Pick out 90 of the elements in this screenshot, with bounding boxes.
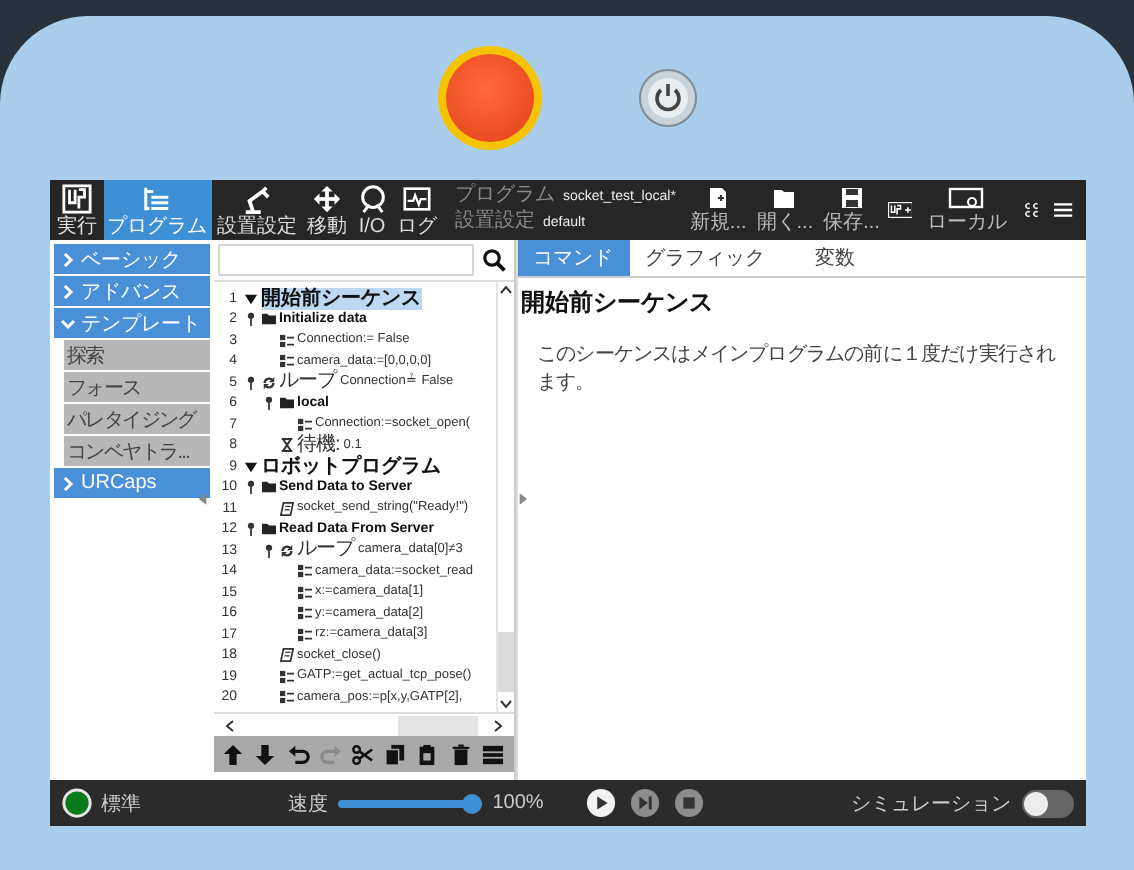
undo-icon[interactable] — [287, 743, 310, 765]
simulation-label: シミュレーション — [851, 791, 1012, 817]
chevron-up-icon[interactable] — [497, 282, 513, 298]
new-file-icon — [706, 186, 731, 210]
stop-button[interactable] — [673, 788, 704, 818]
waveform-icon — [402, 183, 432, 213]
program-node[interactable]: ロボットプログラム — [261, 455, 441, 478]
simulation-toggle[interactable] — [1021, 789, 1074, 817]
folder-icon — [772, 186, 797, 210]
assignment-icon — [297, 564, 311, 579]
program-node[interactable]: 開始前シーケンス — [261, 287, 421, 310]
loop-icon — [279, 543, 293, 558]
pin-icon[interactable] — [243, 375, 257, 390]
status-icon[interactable] — [61, 788, 91, 818]
folder-icon — [261, 480, 275, 495]
script-icon — [279, 648, 293, 663]
loop-icon — [261, 375, 275, 390]
installation-label: 設置設定 — [455, 210, 535, 234]
suppress-icon[interactable] — [481, 743, 504, 765]
play-button[interactable] — [585, 788, 616, 818]
keyword-label: 待機: — [297, 435, 340, 456]
nav-tab[interactable]: ログ — [393, 180, 441, 240]
power-button[interactable] — [637, 68, 697, 128]
chevron-right-icon[interactable] — [489, 717, 505, 733]
folder-icon — [261, 522, 275, 537]
description-text: このシーケンスはメインプログラムの前に１度だけ実行されます。 — [537, 341, 1058, 396]
nav-tab[interactable]: I/O — [353, 180, 391, 240]
robot-arm-icon — [242, 183, 272, 213]
chevron-down-icon[interactable] — [497, 696, 513, 712]
nav-tab[interactable]: 実行 — [53, 180, 101, 240]
move-arrows-icon — [312, 183, 342, 213]
file-button[interactable]: 新規... — [685, 180, 751, 240]
pin-icon[interactable] — [243, 522, 257, 537]
urcaps-icon[interactable] — [887, 196, 913, 224]
script-icon — [279, 501, 293, 516]
search-field[interactable] — [217, 244, 473, 276]
template-item[interactable]: パレタイジング — [63, 404, 209, 434]
slider-thumb[interactable] — [462, 793, 483, 813]
program-label: プログラム — [455, 184, 555, 208]
collapse-handle-icon[interactable] — [197, 492, 207, 506]
save-icon — [839, 186, 864, 210]
scrollbar-track[interactable] — [495, 282, 513, 712]
clipboard-icon[interactable] — [416, 743, 439, 765]
assignment-icon — [279, 354, 293, 369]
template-item[interactable]: 探索 — [63, 340, 209, 370]
scissors-icon[interactable] — [351, 743, 374, 765]
triangle-icon[interactable] — [243, 291, 257, 306]
assignment-icon — [297, 627, 311, 642]
scrollbar-thumb[interactable] — [497, 632, 513, 692]
folder-icon — [279, 396, 293, 411]
list-icon — [142, 183, 172, 213]
speed-label: 速度 — [288, 791, 329, 817]
file-button[interactable]: 保存... — [819, 180, 884, 240]
nav-tab[interactable]: 移動 — [303, 180, 351, 240]
speed-slider[interactable] — [338, 793, 483, 813]
assignment-icon — [297, 585, 311, 600]
speed-reading: 100% — [492, 792, 544, 814]
arrow-up-icon[interactable] — [222, 743, 245, 765]
template-item[interactable]: コンベヤトラ... — [63, 436, 209, 466]
pin-icon[interactable] — [243, 480, 257, 495]
monitor-icon — [948, 186, 985, 210]
assignment-icon — [297, 417, 311, 432]
pin-icon[interactable] — [261, 543, 275, 558]
trash-icon[interactable] — [449, 743, 472, 765]
pin-icon[interactable] — [261, 396, 275, 411]
template-item[interactable]: フォース — [63, 372, 209, 402]
expand-handle-icon[interactable] — [517, 492, 527, 506]
pin-icon[interactable] — [243, 312, 257, 327]
triangle-icon[interactable] — [243, 459, 257, 474]
keyword-label: ループ — [297, 540, 354, 561]
chevron-left-icon[interactable] — [221, 717, 237, 733]
step-button[interactable] — [629, 788, 660, 818]
logo-icon — [62, 183, 92, 213]
assignment-icon — [279, 690, 293, 705]
keyword-label: ループ — [279, 372, 336, 393]
nav-tab[interactable]: 設置設定 — [213, 180, 301, 240]
copy-icon[interactable] — [384, 743, 407, 765]
gauge-icon — [357, 183, 387, 213]
node-title: 開始前シーケンス — [521, 286, 715, 320]
assignment-icon — [279, 333, 293, 348]
file-button[interactable]: 開く... — [752, 180, 818, 240]
scrollbar-thumb[interactable] — [397, 715, 477, 735]
assignment-icon — [279, 669, 293, 684]
folder-icon — [261, 312, 275, 327]
mode-label: 標準 — [101, 791, 141, 817]
assignment-icon — [297, 606, 311, 621]
local-button[interactable]: ローカル — [922, 180, 1011, 240]
arrow-down-icon[interactable] — [254, 743, 277, 765]
hourglass-icon — [279, 438, 293, 453]
search-icon[interactable] — [481, 248, 505, 272]
